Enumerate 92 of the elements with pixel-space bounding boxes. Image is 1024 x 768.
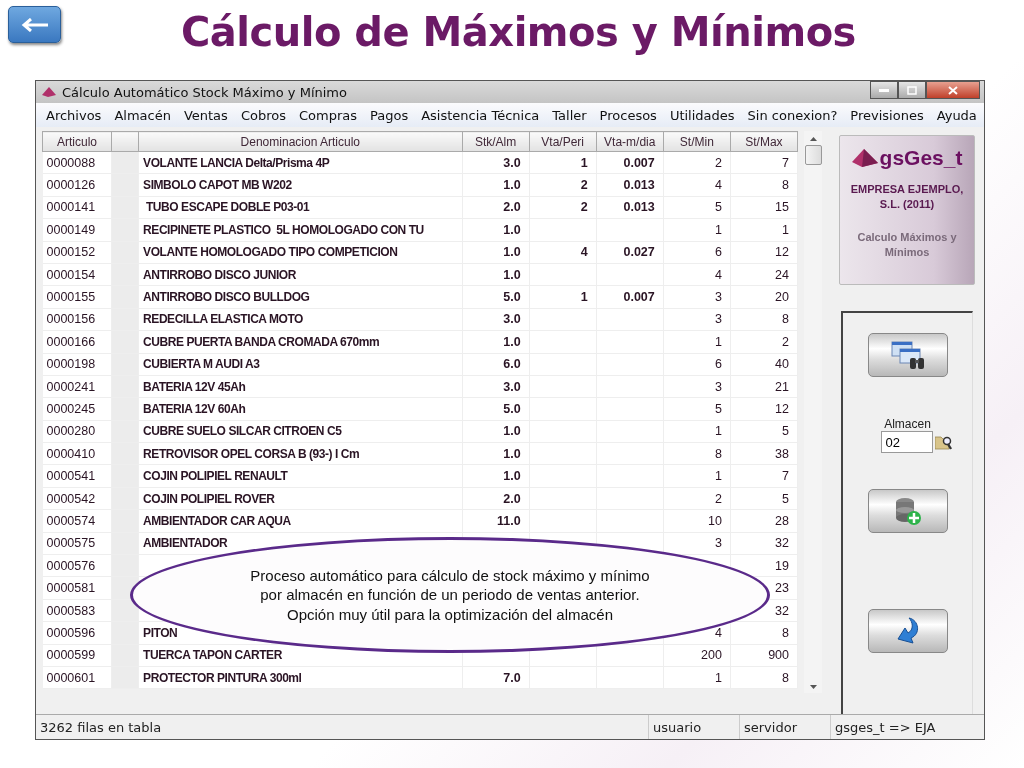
description-cell: REDECILLA ELASTICA MOTO — [138, 308, 463, 331]
column-header[interactable]: St/Min — [663, 131, 731, 152]
menu-item[interactable]: Pagos — [370, 107, 409, 123]
description-cell: VOLANTE HOMOLOGADO TIPO COMPETICION — [138, 241, 463, 264]
article-code-cell: 0000155 — [42, 285, 112, 309]
article-code-cell: 0000154 — [42, 263, 112, 286]
scroll-up-icon — [809, 137, 817, 141]
article-code-cell: 0000541 — [42, 464, 112, 488]
description-cell: AMBIENTADOR CAR AQUA — [138, 509, 463, 533]
slide-title: Cálculo de Máximos y Mínimos — [181, 9, 856, 55]
status-text: usuario — [649, 715, 740, 739]
description-cell: ANTIRROBO DISCO BULLDOG — [138, 285, 463, 309]
menu-item[interactable]: Asistencia Técnica — [421, 107, 540, 123]
menu-item[interactable]: Sin conexion? — [747, 107, 838, 123]
article-code-cell: 0000245 — [42, 397, 112, 421]
description-cell: CUBRE SUELO SILCAR CITROEN C5 — [138, 420, 463, 443]
search-windows-button[interactable] — [867, 333, 948, 377]
article-code-cell: 0000156 — [42, 308, 112, 331]
article-code-cell: 0000241 — [42, 375, 112, 398]
article-code-cell: 0000576 — [42, 554, 112, 577]
warehouse-label: Almacen — [884, 417, 931, 431]
pyramid-icon — [851, 149, 878, 167]
scrollbar[interactable] — [804, 131, 822, 693]
article-code-cell: 0000198 — [42, 353, 112, 376]
pyramid-icon — [42, 87, 56, 97]
back-arrow-button[interactable] — [867, 609, 948, 653]
article-code-cell: 0000574 — [42, 509, 112, 533]
menu-item[interactable]: Cobros — [240, 107, 286, 123]
folder-search-icon[interactable] — [934, 434, 953, 450]
status-text: gsges_t => EJA — [834, 718, 937, 737]
description-cell: COJIN POLIPIEL ROVER — [138, 487, 463, 510]
article-code-cell: 0000152 — [42, 241, 112, 264]
menu-item[interactable]: Ventas — [183, 107, 228, 123]
menu-item[interactable]: Utilidades — [669, 107, 735, 123]
description-cell: RECIPINETE PLASTICO 5L HOMOLOGADO CON TU — [138, 218, 463, 242]
description-cell: CUBRE PUERTA BANDA CROMADA 670mm — [138, 330, 463, 353]
column-header[interactable]: Vta-m/dia — [596, 131, 664, 152]
warehouse-field[interactable]: 02 — [880, 431, 933, 453]
article-code-cell: 0000583 — [42, 599, 112, 622]
column-header[interactable]: St/Max — [730, 131, 798, 152]
article-code-cell: 0000088 — [42, 151, 112, 174]
article-code-cell: 0000149 — [42, 218, 112, 242]
module-caption: Calculo Máximos y Mínimos — [856, 229, 958, 261]
window-title: Cálculo Automático Stock Máximo y Mínimo — [62, 84, 347, 100]
close-icon — [948, 85, 958, 95]
description-cell: TUBO ESCAPE DOBLE P03-01 — [138, 196, 463, 219]
description-cell: SIMBOLO CAPOT MB W202 — [138, 173, 463, 197]
binoculars-windows-icon — [889, 340, 926, 370]
description-cell: RETROVISOR OPEL CORSA B (93-) I Cm — [138, 442, 463, 465]
menu-item[interactable]: Almacén — [114, 107, 171, 123]
maximize-icon — [907, 85, 917, 95]
article-code-cell: 0000596 — [42, 621, 112, 645]
article-code-cell: 0000126 — [42, 173, 112, 197]
menu-item[interactable]: Compras — [298, 107, 357, 123]
article-code-cell: 0000542 — [42, 487, 112, 510]
minimize-icon — [879, 88, 889, 92]
article-code-cell: 0000575 — [42, 532, 112, 555]
column-header[interactable]: Denominacion Articulo — [138, 131, 463, 152]
status-text: 3262 filas en tabla — [36, 715, 649, 739]
column-header[interactable]: Vta/Peri — [529, 131, 597, 152]
add-database-button[interactable] — [867, 489, 948, 533]
description-cell: PROTECTOR PINTURA 300ml — [138, 666, 463, 689]
scroll-thumb[interactable] — [804, 145, 822, 165]
back-button[interactable] — [8, 6, 61, 43]
article-code-cell: 0000280 — [42, 420, 112, 443]
menu-item[interactable]: Procesos — [599, 107, 657, 123]
company-name: EMPRESA EJEMPLO, S.L. (2011) — [849, 182, 965, 212]
column-header[interactable]: Stk/Alm — [462, 131, 530, 152]
article-code-cell: 0000141 — [42, 196, 112, 219]
description-cell: CUBIERTA M AUDI A3 — [138, 353, 463, 376]
left-arrow-icon — [19, 17, 50, 32]
description-cell: BATERIA 12V 45Ah — [138, 375, 463, 398]
article-code-cell: 0000166 — [42, 330, 112, 353]
maximize-button[interactable] — [898, 81, 926, 99]
article-code-cell: 0000410 — [42, 442, 112, 465]
column-header[interactable]: Articulo — [42, 131, 112, 152]
status-text: servidor — [740, 715, 831, 739]
description-cell: COJIN POLIPIEL RENAULT — [138, 464, 463, 488]
menu-item[interactable]: Archivos — [46, 107, 102, 123]
article-code-cell: 0000599 — [42, 644, 112, 667]
scroll-down-icon — [809, 685, 817, 689]
article-code-cell: 0000581 — [42, 576, 112, 600]
close-button[interactable] — [926, 81, 980, 99]
description-cell: ANTIRROBO DISCO JUNIOR — [138, 263, 463, 286]
menu-item[interactable]: Previsiones — [850, 107, 924, 123]
menu-item[interactable]: Taller — [552, 107, 587, 123]
logo-text: gsGes_t — [879, 146, 963, 170]
minimize-button[interactable] — [870, 81, 898, 99]
article-code-cell: 0000601 — [42, 666, 112, 689]
description-cell: BATERIA 12V 60Ah — [138, 397, 463, 421]
menu-item[interactable]: Ayuda — [936, 107, 977, 123]
description-cell: VOLANTE LANCIA Delta/Prisma 4P — [138, 151, 463, 174]
